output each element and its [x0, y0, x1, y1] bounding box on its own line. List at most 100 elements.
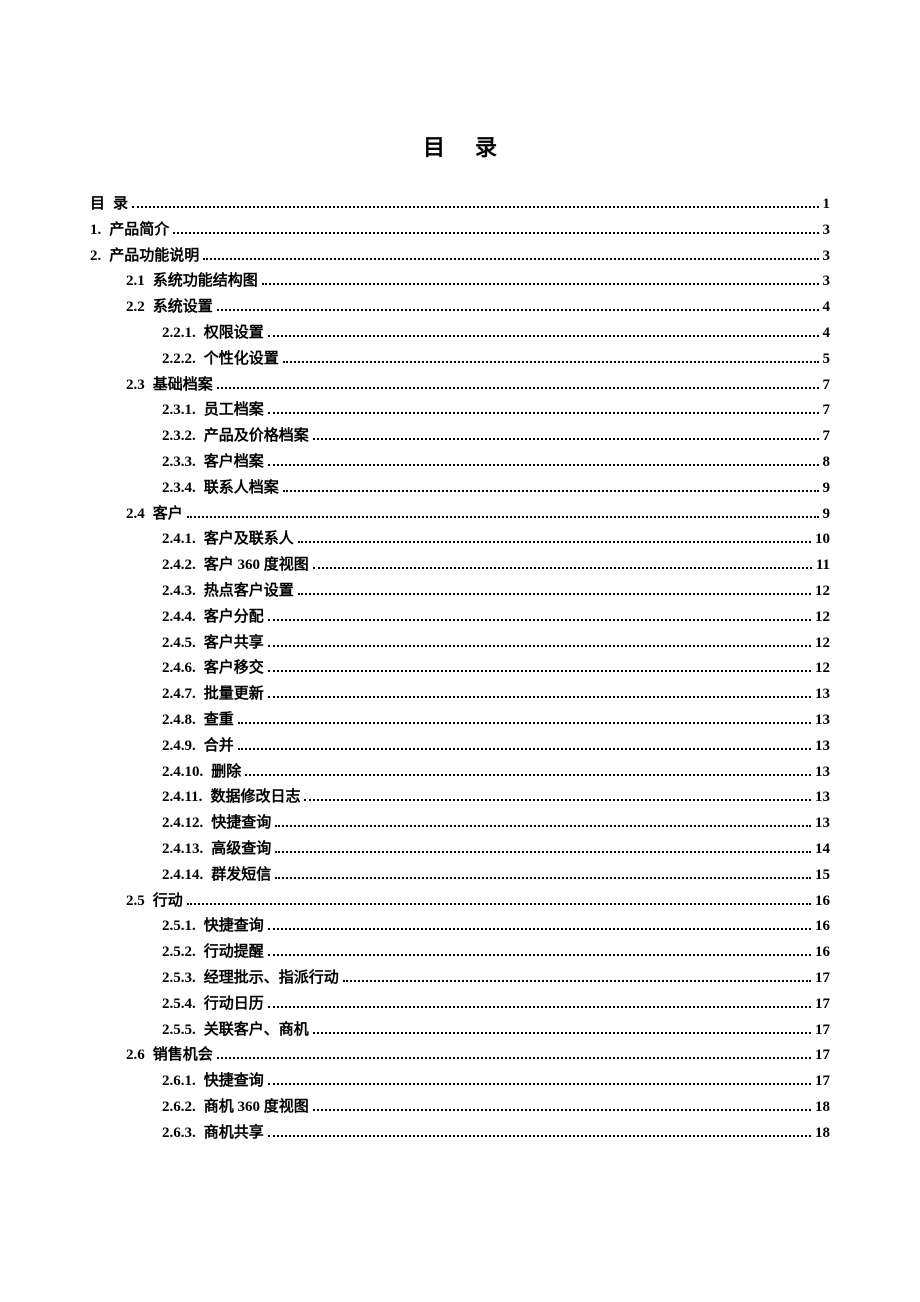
- toc-entry-title: 热点客户设置: [204, 579, 294, 605]
- toc-entry-page: 11: [816, 553, 830, 579]
- toc-leader-dots: [313, 430, 819, 441]
- document-title: 目录: [90, 130, 830, 162]
- toc-entry[interactable]: 2.3.1.员工档案7: [90, 398, 830, 424]
- toc-entry[interactable]: 2.4.10. 删除 13: [90, 760, 830, 786]
- toc-entry-number: 2.5.3.: [162, 966, 196, 992]
- toc-leader-dots: [343, 971, 811, 982]
- toc-entry-page: 13: [815, 682, 830, 708]
- table-of-contents: 目录11.产品简介32.产品功能说明32.1系统功能结构图32.2系统设置42.…: [90, 192, 830, 1146]
- toc-entry[interactable]: 2.4.5.客户共享12: [90, 631, 830, 657]
- toc-entry-number: 2.6: [126, 1043, 145, 1069]
- toc-entry[interactable]: 2.4.4. 客户分配 12: [90, 605, 830, 631]
- toc-entry-page: 1: [823, 192, 831, 218]
- toc-entry[interactable]: 2.4.14.群发短信15: [90, 863, 830, 889]
- toc-entry[interactable]: 2.2.1.权限设置4: [90, 321, 830, 347]
- toc-entry[interactable]: 2.4.7. 批量更新 13: [90, 682, 830, 708]
- toc-entry-page: 13: [815, 811, 830, 837]
- toc-entry[interactable]: 2.4.11.数据修改日志13: [90, 785, 830, 811]
- toc-entry[interactable]: 2.3.4.联系人档案9: [90, 476, 830, 502]
- toc-entry-title: 快捷查询: [204, 1069, 264, 1095]
- toc-entry-title: 快捷查询: [211, 811, 271, 837]
- toc-entry-number: 2.5: [126, 889, 145, 915]
- toc-entry-number: 2.3.2.: [162, 424, 196, 450]
- toc-entry[interactable]: 2.2.2.个性化设置5: [90, 347, 830, 373]
- toc-entry-number: 2.4.11.: [162, 785, 202, 811]
- toc-entry-title: 产品功能说明: [109, 244, 199, 270]
- toc-entry[interactable]: 2.4.1.客户及联系人10: [90, 527, 830, 553]
- toc-leader-dots: [283, 481, 819, 492]
- toc-leader-dots: [304, 791, 811, 802]
- toc-leader-dots: [203, 249, 818, 260]
- toc-entry-number: 2.4.2.: [162, 553, 196, 579]
- toc-entry[interactable]: 2.5.4.行动日历17: [90, 992, 830, 1018]
- toc-entry-number: 2.4.4.: [162, 605, 196, 631]
- toc-entry-number: 2.4.8.: [162, 708, 196, 734]
- toc-entry-title: 行动日历: [204, 992, 264, 1018]
- toc-entry-title: 产品及价格档案: [204, 424, 309, 450]
- toc-entry[interactable]: 2.4.9.合并13: [90, 734, 830, 760]
- toc-entry[interactable]: 2.4.6.客户移交12: [90, 656, 830, 682]
- toc-entry[interactable]: 2.5行动16: [90, 889, 830, 915]
- toc-entry[interactable]: 2.6.2.商机 360 度视图18: [90, 1095, 830, 1121]
- toc-entry-page: 17: [815, 1069, 830, 1095]
- toc-entry-page: 15: [815, 863, 830, 889]
- toc-entry-page: 18: [815, 1121, 830, 1147]
- toc-entry[interactable]: 2.产品功能说明3: [90, 244, 830, 270]
- toc-entry-page: 12: [815, 605, 830, 631]
- toc-leader-dots: [268, 326, 819, 337]
- toc-entry-page: 13: [815, 734, 830, 760]
- toc-entry-number: 2.2.2.: [162, 347, 196, 373]
- toc-entry[interactable]: 2.2系统设置4: [90, 295, 830, 321]
- toc-entry-title: 关联客户、商机: [204, 1018, 309, 1044]
- toc-entry-number: 2.5.4.: [162, 992, 196, 1018]
- toc-leader-dots: [313, 559, 812, 570]
- toc-entry[interactable]: 2.5.2.行动提醒16: [90, 940, 830, 966]
- toc-entry[interactable]: 2.4.13.高级查询14: [90, 837, 830, 863]
- toc-entry[interactable]: 2.4客户9: [90, 502, 830, 528]
- toc-entry-page: 7: [823, 398, 831, 424]
- toc-leader-dots: [268, 946, 811, 957]
- toc-entry[interactable]: 2.6.1.快捷查询17: [90, 1069, 830, 1095]
- toc-entry[interactable]: 2.5.1.快捷查询16: [90, 914, 830, 940]
- toc-entry-page: 3: [823, 244, 831, 270]
- toc-leader-dots: [313, 1023, 811, 1034]
- toc-entry-title: 客户共享: [204, 631, 264, 657]
- toc-entry[interactable]: 目录1: [90, 192, 830, 218]
- toc-entry-number: 2.6.2.: [162, 1095, 196, 1121]
- toc-entry[interactable]: 2.3.2.产品及价格档案7: [90, 424, 830, 450]
- toc-entry[interactable]: 2.6销售机会17: [90, 1043, 830, 1069]
- toc-leader-dots: [268, 455, 819, 466]
- toc-entry-page: 9: [823, 502, 831, 528]
- toc-entry-number: 2.4.7.: [162, 682, 196, 708]
- toc-entry[interactable]: 2.6.3.商机共享18: [90, 1121, 830, 1147]
- toc-leader-dots: [313, 1100, 811, 1111]
- toc-entry-number: 2.5.1.: [162, 914, 196, 940]
- toc-entry-title: 删除: [211, 760, 241, 786]
- toc-entry[interactable]: 2.5.5.关联客户、商机17: [90, 1018, 830, 1044]
- toc-entry-number: 2.4.10.: [162, 760, 203, 786]
- toc-entry[interactable]: 2.3.3.客户档案8: [90, 450, 830, 476]
- toc-entry-number: 2.2: [126, 295, 145, 321]
- toc-entry-page: 17: [815, 966, 830, 992]
- toc-entry[interactable]: 2.4.8.查重13: [90, 708, 830, 734]
- toc-entry-title: 产品简介: [109, 218, 169, 244]
- toc-entry[interactable]: 2.4.2.客户 360 度视图11: [90, 553, 830, 579]
- toc-entry[interactable]: 2.1系统功能结构图3: [90, 269, 830, 295]
- toc-entry[interactable]: 2.3基础档案7: [90, 373, 830, 399]
- toc-entry[interactable]: 1.产品简介3: [90, 218, 830, 244]
- toc-leader-dots: [275, 842, 811, 853]
- toc-entry-page: 16: [815, 940, 830, 966]
- toc-entry-number: 2.1: [126, 269, 145, 295]
- toc-entry-title: 高级查询: [211, 837, 271, 863]
- toc-entry-number: 2.3.3.: [162, 450, 196, 476]
- toc-entry-title: 客户分配: [204, 605, 264, 631]
- toc-entry-title: 批量更新: [204, 682, 264, 708]
- toc-entry-page: 13: [815, 760, 830, 786]
- toc-entry-title: 商机 360 度视图: [204, 1095, 309, 1121]
- toc-entry-number: 1.: [90, 218, 101, 244]
- toc-entry-number: 2.4.3.: [162, 579, 196, 605]
- toc-entry[interactable]: 2.4.3.热点客户设置12: [90, 579, 830, 605]
- toc-leader-dots: [268, 1126, 811, 1137]
- toc-entry[interactable]: 2.4.12.快捷查询13: [90, 811, 830, 837]
- toc-entry[interactable]: 2.5.3.经理批示、指派行动17: [90, 966, 830, 992]
